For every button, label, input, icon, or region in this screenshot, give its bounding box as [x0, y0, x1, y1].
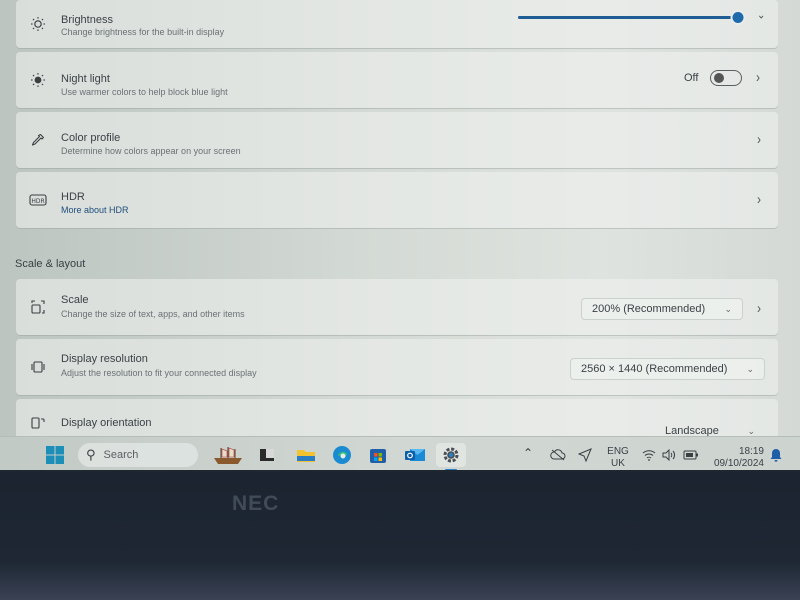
- settings-display-window: Brightness Change brightness for the bui…: [0, 0, 800, 470]
- brightness-description: Change brightness for the built-in displ…: [61, 27, 225, 37]
- volume-icon[interactable]: [661, 443, 677, 467]
- scale-icon: [28, 297, 48, 317]
- start-button[interactable]: [44, 443, 66, 467]
- ship-app-icon: [214, 447, 242, 464]
- settings-gear-icon: [443, 447, 459, 463]
- scale-chevron-right-icon[interactable]: ›: [757, 300, 761, 317]
- clock-date: 09/10/2024: [713, 458, 764, 469]
- terminal-icon: [260, 449, 274, 461]
- windows-logo-icon: [46, 446, 64, 464]
- laptop-bezel: [0, 472, 800, 600]
- clock-time: 18:19: [738, 446, 764, 457]
- taskbar-search-box[interactable]: ⚲ Search: [78, 443, 198, 467]
- store-icon: [370, 449, 386, 463]
- resolution-selected-value: 2560 × 1440 (Recommended): [581, 363, 728, 375]
- clock[interactable]: 18:19 09/10/2024: [706, 446, 764, 470]
- folder-icon: [297, 450, 315, 462]
- display-orientation-title: Display orientation: [61, 417, 152, 429]
- notification-bell-icon[interactable]: [768, 443, 784, 467]
- chevron-down-icon: ⌄: [747, 425, 755, 436]
- language-region: UK: [611, 458, 625, 469]
- night-light-card[interactable]: Night light Use warmer colors to help bl…: [16, 52, 778, 108]
- battery-icon[interactable]: [682, 443, 700, 467]
- show-hidden-icons-chevron-up-icon[interactable]: ⌃: [523, 447, 533, 459]
- scale-selected-value: 200% (Recommended): [592, 303, 706, 315]
- taskbar: ⚲ Search ⌃ ENG UK 18:19 09/10/2024: [0, 436, 800, 470]
- more-about-hdr-link[interactable]: More about HDR: [61, 205, 129, 215]
- night-light-chevron-right-icon[interactable]: ›: [756, 69, 760, 86]
- brightness-sun-icon: [28, 14, 48, 34]
- svg-text:HDR: HDR: [31, 198, 44, 205]
- color-profile-chevron-right-icon[interactable]: ›: [757, 131, 761, 148]
- chevron-down-icon: ⌄: [746, 363, 754, 374]
- eyedropper-icon: [28, 130, 48, 150]
- language-indicator[interactable]: ENG UK: [605, 446, 631, 470]
- active-app-indicator: [445, 469, 457, 470]
- display-resolution-title: Display resolution: [61, 353, 148, 365]
- taskbar-app-settings[interactable]: [436, 443, 466, 467]
- taskbar-app-outlook[interactable]: [402, 443, 428, 467]
- display-resolution-description: Adjust the resolution to fit your connec…: [61, 368, 257, 378]
- search-placeholder: Search: [103, 449, 139, 461]
- brightness-title: Brightness: [61, 14, 113, 26]
- brightness-slider-thumb[interactable]: [732, 12, 744, 23]
- chevron-down-icon: ⌄: [724, 303, 732, 314]
- scale-title: Scale: [61, 294, 89, 306]
- resolution-dropdown[interactable]: 2560 × 1440 (Recommended) ⌄: [570, 358, 765, 380]
- resolution-icon: [28, 357, 48, 377]
- scale-description: Change the size of text, apps, and other…: [61, 309, 245, 319]
- scale-layout-section-heading: Scale & layout: [15, 258, 86, 270]
- color-profile-card[interactable]: Color profile Determine how colors appea…: [16, 112, 778, 168]
- hdr-title: HDR: [61, 191, 85, 203]
- taskbar-app-file-explorer[interactable]: [294, 443, 318, 467]
- taskbar-app-edge[interactable]: [330, 443, 354, 467]
- color-profile-title: Color profile: [61, 132, 121, 144]
- brightness-card: Brightness Change brightness for the bui…: [16, 0, 778, 48]
- orientation-icon: [28, 413, 48, 433]
- edge-browser-icon: [333, 446, 351, 464]
- taskbar-app-terminal[interactable]: [256, 443, 278, 467]
- language-code: ENG: [607, 446, 629, 457]
- night-light-toggle-knob: [714, 73, 724, 83]
- night-light-description: Use warmer colors to help block blue lig…: [61, 87, 228, 97]
- wifi-icon[interactable]: [641, 443, 657, 467]
- hdr-card[interactable]: HDR HDR More about HDR: [16, 172, 778, 228]
- brightness-expand-chevron-icon[interactable]: ⌄: [757, 9, 765, 22]
- color-profile-description: Determine how colors appear on your scre…: [61, 146, 241, 156]
- brightness-slider[interactable]: [518, 12, 744, 23]
- night-light-state-label: Off: [684, 72, 699, 84]
- night-light-icon: [28, 70, 48, 90]
- taskbar-app-ship[interactable]: [210, 443, 246, 467]
- night-light-toggle[interactable]: [710, 70, 742, 86]
- night-light-title: Night light: [61, 73, 110, 85]
- hdr-icon: HDR: [28, 190, 48, 210]
- scale-dropdown[interactable]: 200% (Recommended) ⌄: [581, 298, 743, 320]
- laptop-brand-logo: NEC: [232, 492, 280, 515]
- outlook-icon: [405, 449, 425, 461]
- location-icon[interactable]: [577, 443, 593, 467]
- brightness-slider-fill: [518, 16, 738, 19]
- hdr-chevron-right-icon[interactable]: ›: [757, 191, 761, 208]
- cloud-offline-icon[interactable]: [549, 443, 567, 467]
- search-icon: ⚲: [86, 447, 96, 462]
- taskbar-app-store[interactable]: [367, 443, 389, 467]
